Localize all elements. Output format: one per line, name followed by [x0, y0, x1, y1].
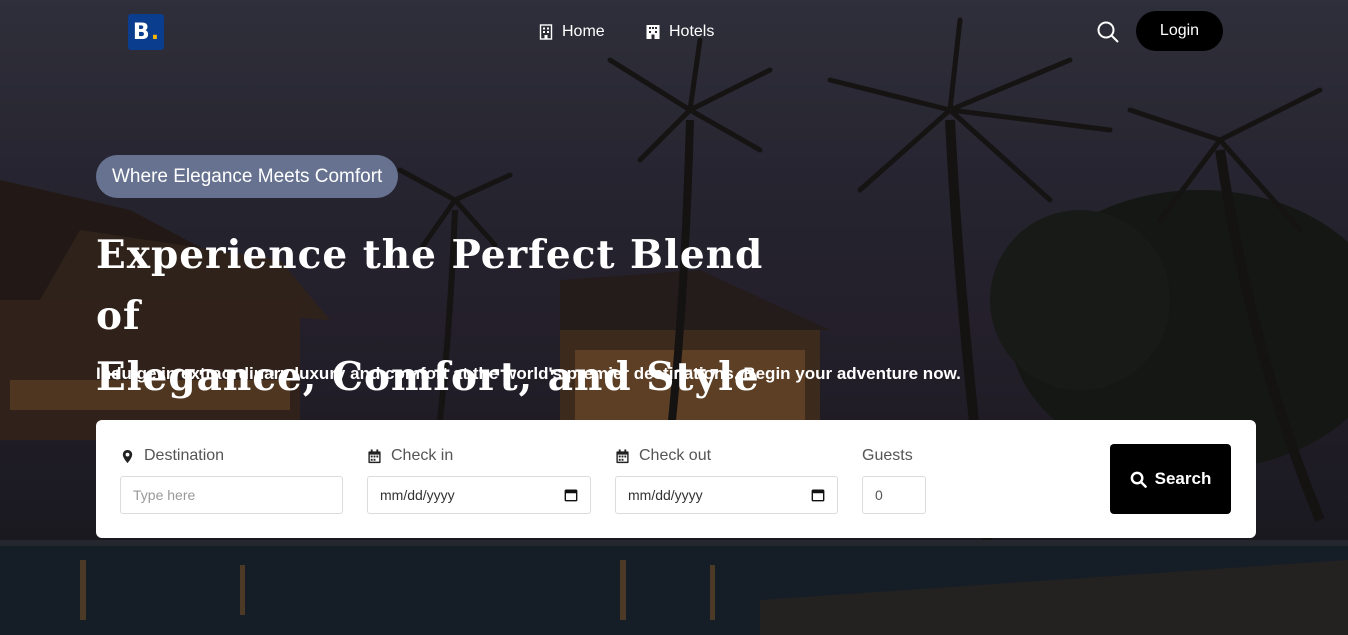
destination-label-row: Destination: [120, 447, 224, 465]
top-navbar: B. Home Hotels Login: [0, 0, 1348, 64]
guests-input[interactable]: 0: [862, 476, 926, 514]
guests-label-row: Guests: [862, 447, 913, 465]
calendar-icon: [616, 448, 629, 463]
guests-label: Guests: [862, 447, 913, 464]
check-in-label-row: Check in: [367, 447, 453, 465]
calendar-icon: [368, 448, 381, 463]
hero-badge: Where Elegance Meets Comfort: [96, 155, 399, 198]
check-in-label: Check in: [391, 447, 454, 464]
search-icon: [1130, 471, 1147, 488]
destination-field-group: Destination Type here: [120, 447, 343, 514]
search-icon[interactable]: [1096, 20, 1120, 44]
hero-badge-text: Where Elegance Meets Comfort: [112, 165, 383, 187]
logo-letter: B: [132, 19, 150, 45]
check-in-field-group: Check in mm/dd/yyyy: [367, 447, 591, 514]
check-out-field-group: Check out mm/dd/yyyy: [615, 447, 838, 514]
booking-search-form: Destination Type here Check in mm/dd/yyy…: [96, 420, 1256, 538]
nav-link-hotels[interactable]: Hotels: [645, 20, 714, 44]
logo-dot: .: [150, 19, 160, 45]
hero-title-line-1: Experience the Perfect Blend of: [96, 232, 764, 339]
search-button[interactable]: Search: [1110, 444, 1231, 514]
hotel-icon: [646, 25, 660, 39]
check-in-date-input[interactable]: mm/dd/yyyy: [367, 476, 591, 514]
nav-link-home[interactable]: Home: [538, 20, 605, 44]
check-in-value: mm/dd/yyyy: [380, 487, 455, 503]
destination-placeholder: Type here: [133, 487, 196, 503]
check-out-value: mm/dd/yyyy: [628, 487, 703, 503]
destination-label: Destination: [144, 447, 225, 464]
building-icon: [539, 24, 553, 40]
nav-link-hotels-label: Hotels: [669, 23, 715, 40]
guests-value: 0: [875, 487, 883, 503]
map-pin-icon: [122, 449, 133, 463]
check-out-date-input[interactable]: mm/dd/yyyy: [615, 476, 838, 514]
calendar-picker-icon[interactable]: [564, 488, 578, 502]
check-out-label: Check out: [639, 447, 712, 464]
hero-subtitle: Indulge in extraordinary luxury and comf…: [96, 364, 961, 383]
login-button[interactable]: Login: [1136, 11, 1223, 51]
calendar-picker-icon[interactable]: [811, 488, 825, 502]
check-out-label-row: Check out: [615, 447, 711, 465]
search-button-label: Search: [1154, 469, 1212, 488]
guests-field-group: Guests 0: [862, 447, 926, 514]
brand-logo[interactable]: B.: [128, 14, 164, 50]
destination-input[interactable]: Type here: [120, 476, 343, 514]
nav-link-home-label: Home: [562, 23, 605, 40]
